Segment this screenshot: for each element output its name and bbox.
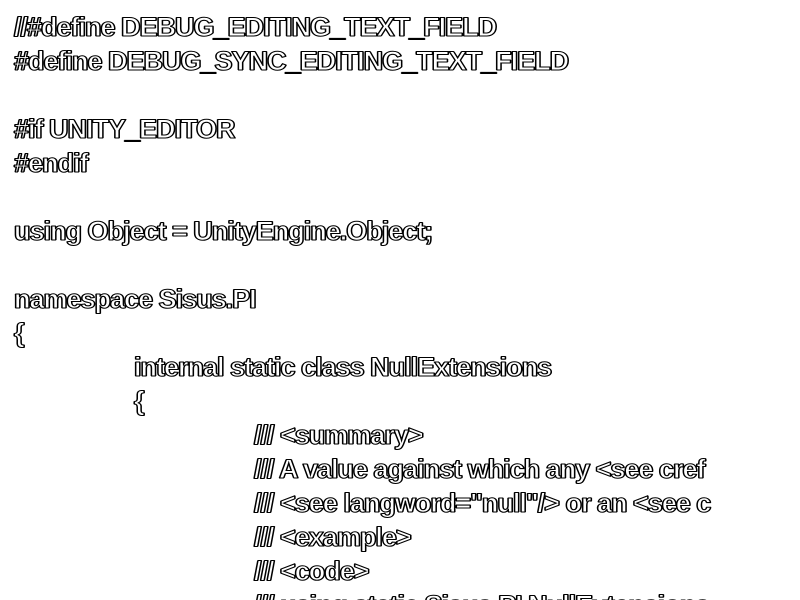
code-line-14: /// A value against which any <see cref — [253, 453, 706, 484]
code-line-2: #define DEBUG_SYNC_EDITING_TEXT_FIELD — [13, 45, 569, 76]
code-line-1: //#define DEBUG_EDITING_TEXT_FIELD — [13, 11, 497, 42]
code-line-13: /// <summary> — [253, 419, 424, 450]
code-line-9: namespace Sisus.PI — [13, 283, 257, 314]
code-area[interactable]: //#define DEBUG_EDITING_TEXT_FIELD #defi… — [13, 10, 711, 600]
code-editor[interactable]: //#define DEBUG_EDITING_TEXT_FIELD #defi… — [0, 0, 800, 600]
code-line-17: /// <code> — [253, 555, 370, 586]
code-line-5: #endif — [13, 147, 89, 178]
code-line-11: internal static class NullExtensions — [133, 351, 552, 382]
code-line-7: using Object = UnityEngine.Object; — [13, 215, 433, 246]
code-line-4: #if UNITY_EDITOR — [13, 113, 236, 144]
code-line-12: { — [133, 385, 145, 416]
code-line-16: /// <example> — [253, 521, 412, 552]
code-line-10: { — [13, 317, 25, 348]
code-line-18: /// using static Sisus.PI.NullExtensions — [14, 588, 710, 600]
code-line-15: /// <see langword="null"/> or an <see c — [253, 487, 711, 518]
